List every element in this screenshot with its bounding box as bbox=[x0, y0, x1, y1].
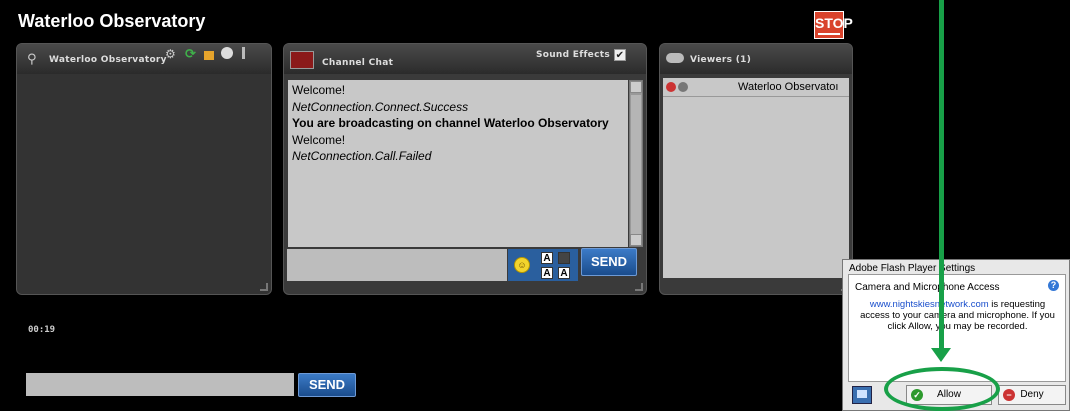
chat-message: Welcome! bbox=[292, 83, 346, 97]
viewers-panel: Viewers (1) Waterloo Observatoı bbox=[659, 43, 853, 295]
deny-button[interactable]: − Deny bbox=[998, 385, 1066, 405]
video-icon[interactable] bbox=[204, 51, 214, 60]
telescope-icon: ⚲ bbox=[27, 52, 37, 67]
deny-label: Deny bbox=[1020, 389, 1044, 400]
sound-effects-label: Sound Effects bbox=[535, 50, 610, 60]
viewer-list: Waterloo Observatoı bbox=[663, 78, 849, 278]
chat-panel-header: Channel Chat Sound Effects ✔ bbox=[284, 44, 646, 74]
mic-icon[interactable] bbox=[242, 47, 245, 59]
viewer-row[interactable]: Waterloo Observatoı bbox=[663, 78, 849, 97]
annotation-highlight bbox=[884, 367, 1000, 411]
viewer-name: Waterloo Observatoı bbox=[738, 81, 839, 93]
deny-icon: − bbox=[1003, 389, 1015, 401]
chat-message: NetConnection.Call.Failed bbox=[292, 149, 432, 163]
smiley-icon[interactable]: ☺ bbox=[514, 257, 530, 273]
camera-icon[interactable] bbox=[221, 47, 233, 59]
timer: 00:19 bbox=[28, 325, 56, 335]
chat-message: You are broadcasting on channel Waterloo… bbox=[292, 116, 609, 130]
flash-dialog-body: Camera and Microphone Access ? www.night… bbox=[848, 274, 1066, 382]
site-link[interactable]: www.nightskiesnetwork.com bbox=[870, 299, 989, 310]
flash-dialog-message: www.nightskiesnetwork.com is requesting … bbox=[855, 299, 1060, 332]
settings-monitor-icon[interactable] bbox=[852, 386, 872, 404]
bold-format-icon[interactable]: A bbox=[541, 252, 553, 264]
chat-send-button[interactable]: SEND bbox=[581, 248, 637, 276]
bottom-send-button[interactable]: SEND bbox=[298, 373, 356, 397]
flash-dialog-title: Adobe Flash Player Settings bbox=[849, 263, 976, 274]
resize-grip[interactable] bbox=[635, 283, 643, 291]
gear-icon[interactable]: ⚙ bbox=[165, 47, 176, 61]
chat-message: Welcome! bbox=[292, 132, 346, 147]
chat-format-controls: ☺ A A A bbox=[508, 249, 578, 281]
resize-grip[interactable] bbox=[260, 283, 268, 291]
stop-icon[interactable]: STOP bbox=[814, 11, 853, 39]
chat-message: NetConnection.Connect.Success bbox=[292, 99, 469, 114]
broadcast-panel: ⚲ Waterloo Observatory ⚙ ⟳ bbox=[16, 43, 272, 295]
broadcast-panel-title: Waterloo Observatory bbox=[49, 55, 167, 65]
color-format-icon[interactable] bbox=[558, 252, 570, 264]
annotation-arrow bbox=[939, 0, 944, 352]
binoculars-icon bbox=[666, 53, 684, 63]
broadcast-panel-header: ⚲ Waterloo Observatory ⚙ ⟳ bbox=[17, 44, 271, 74]
scroll-thumb[interactable] bbox=[631, 95, 641, 245]
size-up-icon[interactable]: A bbox=[541, 267, 553, 279]
help-icon[interactable]: ? bbox=[1048, 280, 1059, 291]
bottom-input[interactable] bbox=[26, 373, 294, 396]
sound-effects-checkbox[interactable]: ✔ bbox=[614, 49, 626, 61]
app-title: Waterloo Observatory bbox=[18, 11, 206, 31]
chat-scrollbar[interactable] bbox=[629, 80, 643, 247]
refresh-icon[interactable]: ⟳ bbox=[185, 47, 196, 62]
viewers-panel-title: Viewers (1) bbox=[690, 55, 752, 65]
chat-input[interactable] bbox=[287, 249, 507, 281]
video-area bbox=[17, 74, 271, 294]
annotation-arrow-head bbox=[931, 348, 951, 362]
scroll-down-arrow[interactable] bbox=[630, 234, 642, 246]
monitor-icon bbox=[290, 51, 314, 69]
viewers-panel-header: Viewers (1) bbox=[660, 44, 852, 74]
scroll-up-arrow[interactable] bbox=[630, 81, 642, 93]
size-down-icon[interactable]: A bbox=[558, 267, 570, 279]
user-icon bbox=[666, 80, 696, 94]
flash-dialog-heading: Camera and Microphone Access bbox=[855, 282, 1000, 293]
chat-log: Welcome! NetConnection.Connect.Success Y… bbox=[288, 80, 628, 247]
chat-panel-title: Channel Chat bbox=[322, 58, 394, 68]
